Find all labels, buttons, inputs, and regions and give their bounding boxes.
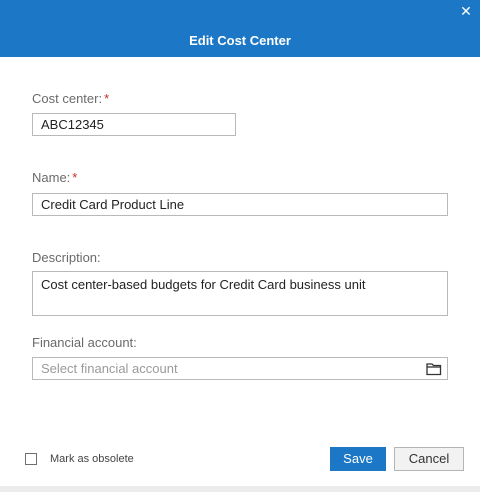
obsolete-checkbox[interactable]	[25, 453, 37, 465]
name-label-text: Name:	[32, 170, 71, 185]
cancel-button[interactable]: Cancel	[394, 447, 464, 471]
cost-center-label: Cost center: *	[32, 91, 109, 107]
financial-account-label: Financial account:	[32, 335, 137, 350]
dialog-title: Edit Cost Center	[189, 33, 291, 48]
cost-center-label-text: Cost center:	[32, 91, 103, 106]
required-marker: *	[104, 91, 110, 106]
close-icon[interactable]: ✕	[458, 3, 474, 19]
description-label: Description:	[32, 250, 101, 265]
name-label: Name: *	[32, 170, 77, 186]
description-textarea[interactable]: Cost center-based budgets for Credit Car…	[32, 271, 448, 316]
save-button[interactable]: Save	[330, 447, 386, 471]
footer-divider	[0, 486, 480, 492]
obsolete-checkbox-label[interactable]: Mark as obsolete	[50, 452, 134, 466]
cost-center-input[interactable]	[32, 113, 236, 136]
folder-icon[interactable]	[424, 360, 444, 378]
name-input[interactable]	[32, 193, 448, 216]
financial-account-input[interactable]	[32, 357, 448, 380]
required-marker: *	[72, 170, 78, 185]
edit-cost-center-dialog: Edit Cost Center ✕ Cost center:* Name:* …	[0, 0, 480, 492]
dialog-header: Edit Cost Center ✕	[0, 0, 480, 57]
